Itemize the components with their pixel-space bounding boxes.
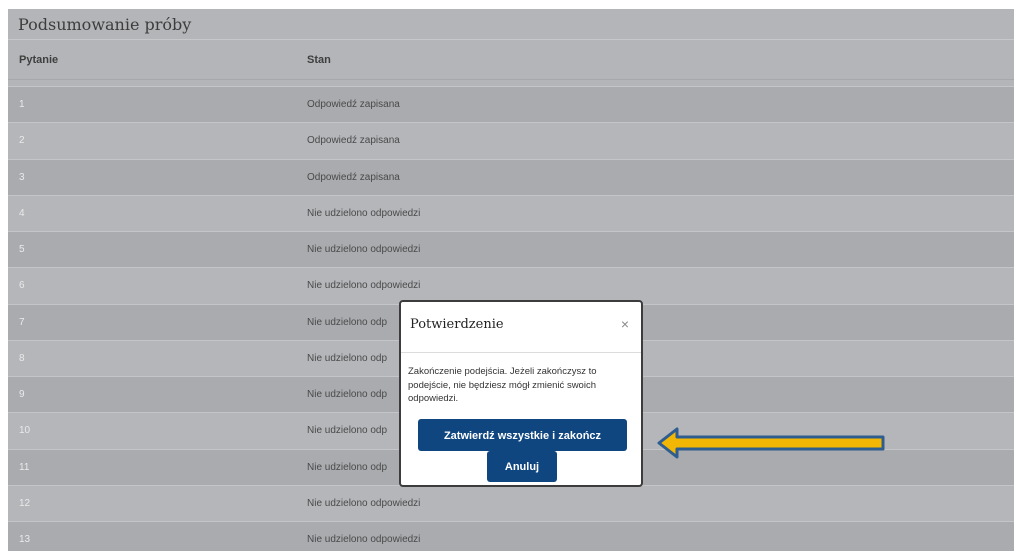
- arrow-shape: [657, 427, 885, 459]
- table-row[interactable]: 13 Nie udzielono odpowiedzi: [8, 521, 1014, 551]
- page: Podsumowanie próby Pytanie Stan 1 Odpowi…: [0, 0, 1014, 551]
- table-row[interactable]: 3 Odpowiedź zapisana: [8, 158, 1014, 195]
- question-status: Odpowiedź zapisana: [307, 135, 400, 147]
- question-status: Nie udzielono odpowiedzi: [307, 534, 421, 545]
- question-number: 5: [19, 244, 25, 255]
- arrow-left-icon: [657, 427, 885, 459]
- question-status: Nie udzielono odpowiedzi: [307, 207, 421, 219]
- question-number: 2: [19, 135, 25, 147]
- column-header-status: Stan: [307, 54, 331, 66]
- question-status: Nie udzielono odp: [307, 425, 388, 437]
- question-status: Nie udzielono odp: [307, 352, 388, 364]
- dialog-message: Zakończenie podejścia. Jeżeli zakończysz…: [408, 366, 597, 404]
- table-row[interactable]: 5 Nie udzielono odpowiedzi: [8, 231, 1014, 268]
- question-status: Odpowiedź zapisana: [307, 99, 400, 110]
- dialog-header: Potwierdzenie ×: [401, 302, 641, 353]
- question-number: 4: [19, 207, 25, 219]
- question-status: Odpowiedź zapisana: [307, 171, 400, 183]
- question-status: Nie udzielono odp: [307, 316, 388, 328]
- question-status: Nie udzielono odpowiedzi: [307, 244, 421, 255]
- confirmation-dialog: Potwierdzenie × Zakończenie podejścia. J…: [399, 300, 643, 487]
- question-number: 1: [19, 99, 25, 110]
- close-icon[interactable]: ×: [621, 316, 629, 332]
- table-row[interactable]: 2 Odpowiedź zapisana: [8, 122, 1014, 159]
- summary-title: Podsumowanie próby: [8, 9, 1014, 40]
- table-header: Pytanie Stan: [8, 41, 1014, 80]
- submit-all-and-finish-button[interactable]: Zatwierdź wszystkie i zakończ: [418, 419, 627, 451]
- cancel-button[interactable]: Anuluj: [487, 451, 557, 482]
- table-row[interactable]: 1 Odpowiedź zapisana: [8, 86, 1014, 123]
- question-status: Nie udzielono odp: [307, 389, 388, 400]
- question-number: 3: [19, 171, 25, 183]
- table-row[interactable]: 6 Nie udzielono odpowiedzi: [8, 267, 1014, 304]
- column-header-question: Pytanie: [19, 54, 59, 66]
- question-number: 6: [19, 280, 25, 292]
- question-status: Nie udzielono odpowiedzi: [307, 497, 421, 509]
- dialog-title: Potwierdzenie: [410, 317, 504, 332]
- question-number: 11: [19, 461, 30, 473]
- question-status: Nie udzielono odp: [307, 461, 388, 473]
- question-number: 7: [19, 316, 25, 328]
- question-number: 8: [19, 352, 25, 364]
- question-status: Nie udzielono odpowiedzi: [307, 280, 421, 292]
- table-row[interactable]: 4 Nie udzielono odpowiedzi: [8, 194, 1014, 231]
- question-number: 12: [19, 497, 31, 509]
- question-number: 10: [19, 425, 31, 437]
- question-number: 9: [19, 389, 25, 400]
- table-row[interactable]: 12 Nie udzielono odpowiedzi: [8, 484, 1014, 521]
- question-number: 13: [19, 534, 31, 545]
